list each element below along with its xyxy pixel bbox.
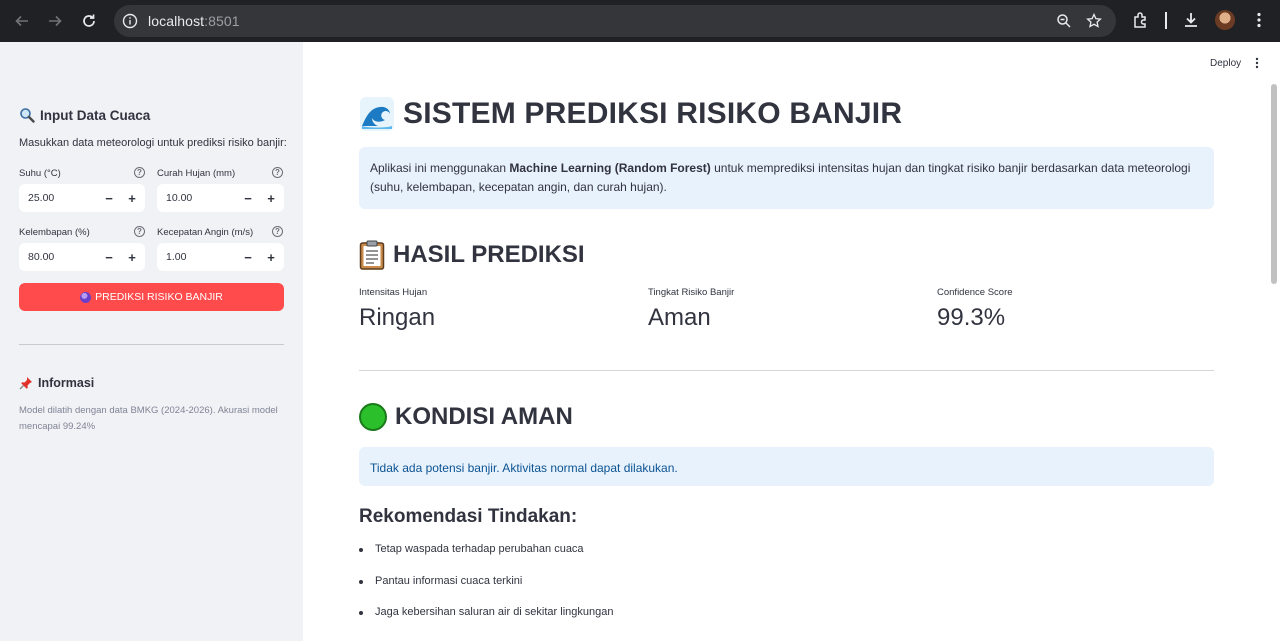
download-icon[interactable] [1182,11,1200,29]
sidebar-divider [19,344,284,345]
list-item: Pantau informasi cuaca terkini [359,575,613,607]
status-heading: KONDISI AMAN [359,403,573,431]
help-icon[interactable]: ? [272,167,283,178]
reload-icon[interactable] [78,10,100,32]
help-icon[interactable]: ? [134,167,145,178]
rainfall-input[interactable]: 10.00 − + [157,184,284,212]
pushpin-icon [19,377,32,390]
wind-speed-input[interactable]: 1.00 − + [157,243,284,271]
wave-icon [359,96,395,132]
list-item: Tetap waspada terhadap perubahan cuaca [359,543,613,575]
decrement-button[interactable]: − [99,188,119,208]
forward-arrow-icon[interactable] [44,10,66,32]
clipboard-icon [359,240,385,270]
magnifier-icon [20,108,35,123]
sidebar: Input Data Cuaca Masukkan data meteorolo… [0,42,303,641]
sidebar-title: Input Data Cuaca [19,107,150,123]
browser-toolbar: localhost:8501 [0,0,1280,42]
recommendation-heading: Rekomendasi Tindakan: [359,506,578,527]
metric-flood-risk: Tingkat Risiko Banjir Aman [648,287,735,331]
info-text: Model dilatih dengan data BMKG (2024-202… [19,405,278,432]
decrement-button[interactable]: − [238,247,258,267]
zoom-icon[interactable] [1056,13,1072,29]
list-item: Jaga kebersihan saluran air di sekitar l… [359,606,613,638]
metric-confidence: Confidence Score 99.3% [937,287,1013,331]
humidity-input[interactable]: 80.00 − + [19,243,145,271]
increment-button[interactable]: + [261,247,281,267]
url-text: localhost:8501 [148,13,240,29]
increment-button[interactable]: + [122,247,142,267]
temperature-label: Suhu (°C) [19,168,61,179]
deploy-button[interactable]: Deploy [1210,58,1241,69]
main-content: Deploy SISTEM PREDIKSI RISIKO BANJIR Apl… [303,42,1280,641]
help-icon[interactable]: ? [272,226,283,237]
page-title: SISTEM PREDIKSI RISIKO BANJIR [359,96,902,132]
toolbar-divider [1165,12,1167,29]
scrollbar-thumb[interactable] [1271,84,1277,284]
profile-avatar[interactable] [1215,10,1235,30]
extensions-icon[interactable] [1132,11,1150,29]
browser-menu-icon[interactable] [1250,11,1268,29]
humidity-label: Kelembapan (%) [19,227,90,238]
intro-box: Aplikasi ini menggunakan Machine Learnin… [359,147,1214,209]
predict-button[interactable]: PREDIKSI RISIKO BANJIR [19,283,284,311]
metric-rain-intensity: Intensitas Hujan Ringan [359,287,436,331]
address-bar[interactable]: localhost:8501 [114,5,1116,37]
temperature-input[interactable]: 25.00 − + [19,184,145,212]
sidebar-description: Masukkan data meteorologi untuk prediksi… [19,137,287,149]
recommendation-list: Tetap waspada terhadap perubahan cuaca P… [359,543,613,638]
decrement-button[interactable]: − [238,188,258,208]
app-menu-icon[interactable] [1254,57,1260,69]
rainfall-label: Curah Hujan (mm) [157,168,236,179]
increment-button[interactable]: + [261,188,281,208]
green-circle-icon [359,403,387,431]
site-info-icon[interactable] [122,13,138,29]
crystal-ball-icon [80,291,92,303]
wind-speed-label: Kecepatan Angin (m/s) [157,227,254,238]
increment-button[interactable]: + [122,188,142,208]
help-icon[interactable]: ? [134,226,145,237]
status-message: Tidak ada potensi banjir. Aktivitas norm… [359,447,1214,486]
section-divider [359,370,1214,371]
result-heading: HASIL PREDIKSI [359,240,585,270]
info-title: Informasi [19,376,94,390]
back-arrow-icon[interactable] [11,10,33,32]
bookmark-star-icon[interactable] [1086,13,1102,29]
decrement-button[interactable]: − [99,247,119,267]
